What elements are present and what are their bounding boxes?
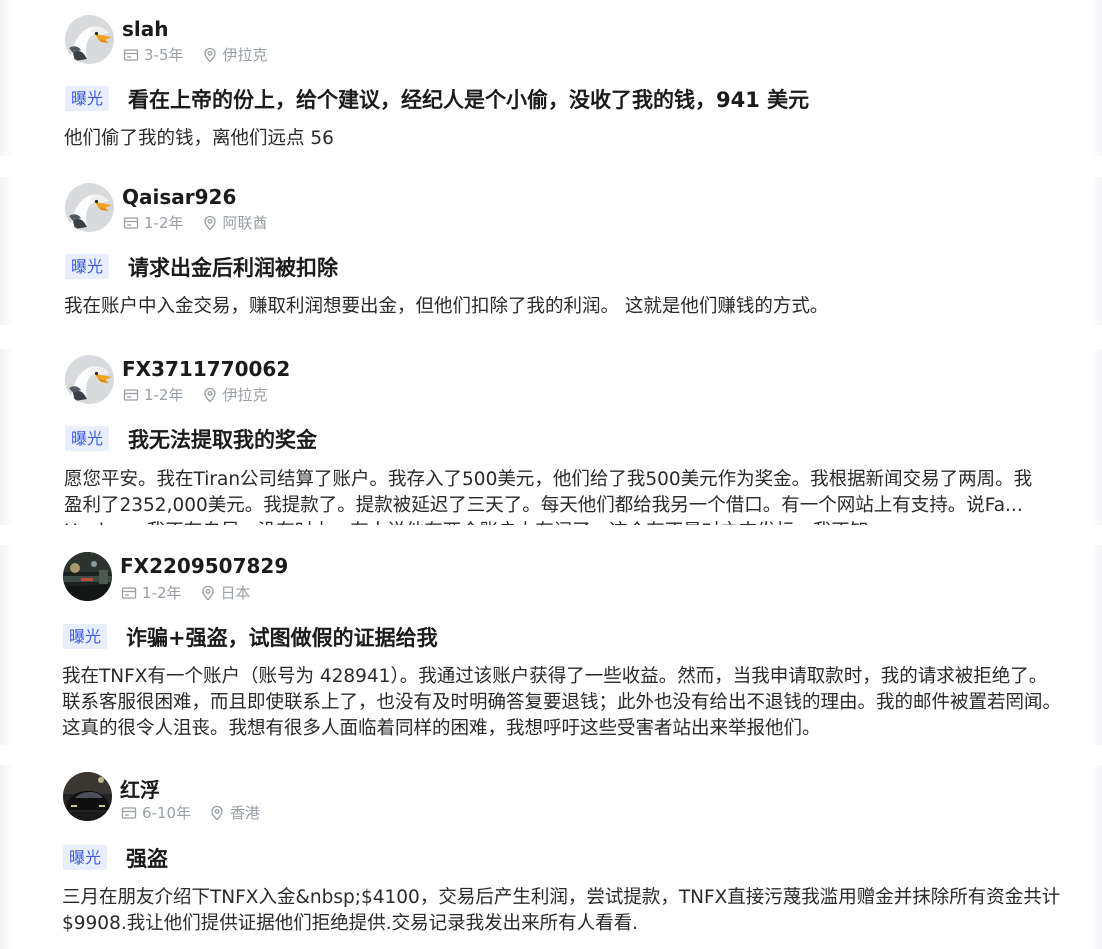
exposure-tag: 曝光 <box>65 86 110 111</box>
user-meta: 1-2年 伊拉克 <box>123 384 268 405</box>
location-pin-icon <box>202 387 218 403</box>
experience-years: 6-10年 <box>142 804 192 822</box>
username[interactable]: slah <box>122 17 169 41</box>
post-title[interactable]: 强盗 <box>126 843 168 873</box>
experience-years: 1-2年 <box>144 214 184 232</box>
id-card-icon <box>121 585 137 601</box>
location-pin-icon <box>202 215 218 231</box>
post-card[interactable]: FX2209507829 1-2年 日本 曝光 诈骗+强盗，试图做假的证据给我 … <box>0 545 1102 745</box>
post-card[interactable]: 红浮 6-10年 香港 曝光 强盗 三月在朋友介绍下TNFX入金&nbsp;$4… <box>0 765 1102 949</box>
location-pin-icon <box>202 47 218 63</box>
user-meta: 6-10年 香港 <box>121 802 260 823</box>
post-card[interactable]: FX3711770062 1-2年 伊拉克 曝光 我无法提取我的奖金 愿您平安。… <box>0 349 1102 525</box>
post-body[interactable]: 我在账户中入金交易，赚取利润想要出金，但他们扣除了我的利润。 这就是他们赚钱的方… <box>64 294 1064 322</box>
username[interactable]: 红浮 <box>120 774 160 803</box>
user-location: 伊拉克 <box>222 46 268 64</box>
post-title[interactable]: 请求出金后利润被扣除 <box>128 252 338 282</box>
post-card[interactable]: Qaisar926 1-2年 阿联酋 曝光 请求出金后利润被扣除 我在账户中入金… <box>0 177 1102 325</box>
experience-years: 3-5年 <box>144 46 184 64</box>
location-pin-icon <box>200 585 216 601</box>
post-body[interactable]: 三月在朋友介绍下TNFX入金&nbsp;$4100，交易后产生利润，尝试提款，T… <box>62 885 1067 941</box>
exposure-tag: 曝光 <box>63 624 108 649</box>
id-card-icon <box>123 387 139 403</box>
user-location: 伊拉克 <box>222 386 268 404</box>
username[interactable]: FX2209507829 <box>120 554 288 578</box>
id-card-icon <box>123 215 139 231</box>
exposure-tag: 曝光 <box>65 426 110 451</box>
post-title[interactable]: 诈骗+强盗，试图做假的证据给我 <box>126 622 438 652</box>
post-title[interactable]: 我无法提取我的奖金 <box>128 424 317 454</box>
post-card[interactable]: slah 3-5年 伊拉克 曝光 看在上帝的份上，给个建议，经纪人是个小偷，没收… <box>0 0 1102 156</box>
username[interactable]: Qaisar926 <box>122 185 236 209</box>
user-avatar[interactable] <box>65 183 114 232</box>
post-body[interactable]: 我在TNFX有一个账户（账号为 428941）。我通过该账户获得了一些收益。然而… <box>62 664 1062 744</box>
user-avatar[interactable] <box>65 15 114 64</box>
user-location: 阿联酋 <box>222 214 268 232</box>
user-avatar[interactable] <box>63 772 112 821</box>
user-avatar[interactable] <box>65 355 114 404</box>
user-meta: 3-5年 伊拉克 <box>123 44 268 65</box>
complaint-feed: slah 3-5年 伊拉克 曝光 看在上帝的份上，给个建议，经纪人是个小偷，没收… <box>0 0 1102 949</box>
username[interactable]: FX3711770062 <box>122 357 290 381</box>
experience-years: 1-2年 <box>142 584 182 602</box>
exposure-tag: 曝光 <box>63 845 108 870</box>
id-card-icon <box>123 47 139 63</box>
id-card-icon <box>121 805 137 821</box>
experience-years: 1-2年 <box>144 386 184 404</box>
exposure-tag: 曝光 <box>65 254 110 279</box>
user-location: 日本 <box>220 584 251 602</box>
user-location: 香港 <box>230 804 261 822</box>
post-body[interactable]: 愿您平安。我在Tiran公司结算了账户。我存入了500美元，他们给了我500美元… <box>64 467 1039 525</box>
user-avatar[interactable] <box>63 552 112 601</box>
post-body[interactable]: 他们偷了我的钱，离他们远点 56 <box>64 126 1064 154</box>
user-meta: 1-2年 日本 <box>121 582 251 603</box>
location-pin-icon <box>209 805 225 821</box>
post-title[interactable]: 看在上帝的份上，给个建议，经纪人是个小偷，没收了我的钱，941 美元 <box>128 84 809 114</box>
user-meta: 1-2年 阿联酋 <box>123 212 268 233</box>
